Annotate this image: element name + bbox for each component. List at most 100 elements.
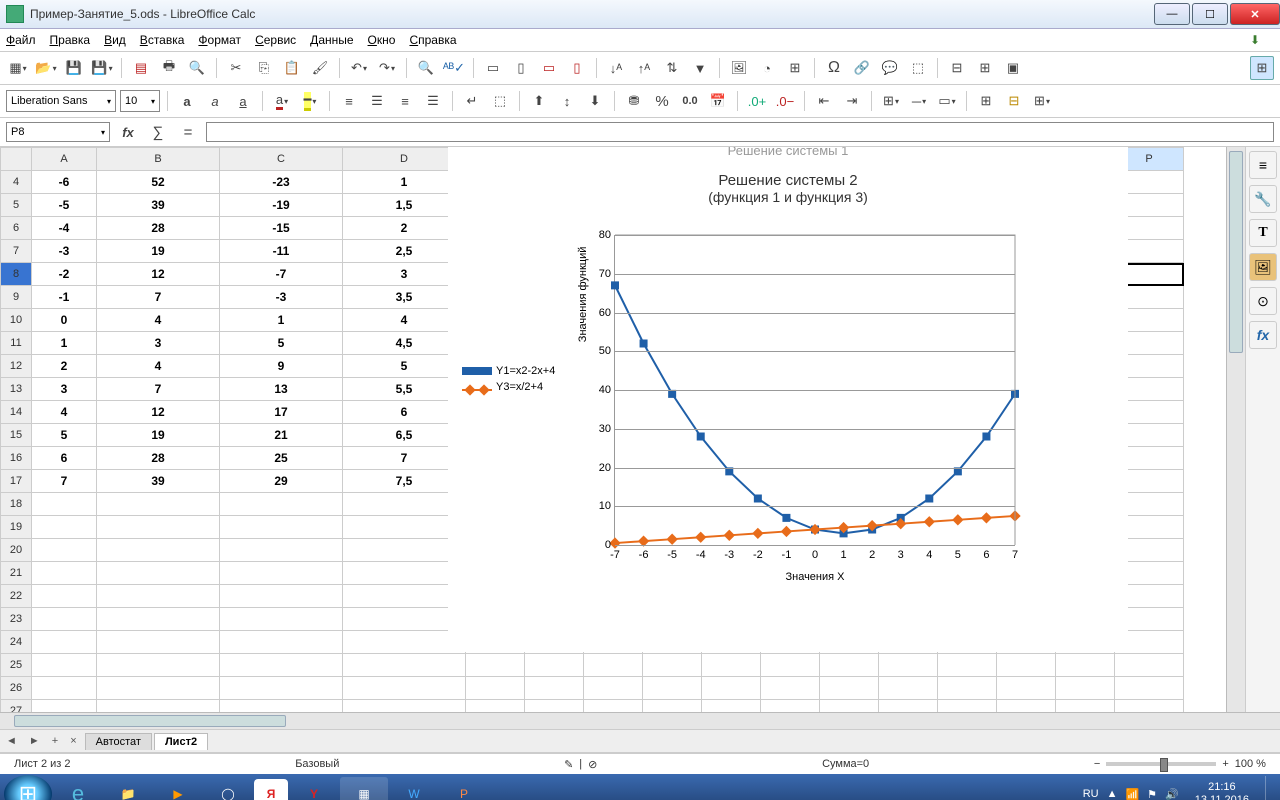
cell[interactable] <box>97 585 220 608</box>
row-header[interactable]: 6 <box>1 217 32 240</box>
cell[interactable] <box>466 654 525 677</box>
paste-button[interactable]: 📋 <box>280 56 304 80</box>
cell[interactable] <box>997 654 1056 677</box>
menu-данные[interactable]: Данные <box>310 33 353 47</box>
font-color-button[interactable]: a▾ <box>270 89 294 113</box>
bold-button[interactable]: a <box>175 89 199 113</box>
cell[interactable] <box>525 700 584 713</box>
column-header[interactable]: B <box>97 148 220 171</box>
cell[interactable] <box>1056 677 1115 700</box>
italic-button[interactable]: a <box>203 89 227 113</box>
row-header[interactable]: 11 <box>1 332 32 355</box>
cell[interactable] <box>220 631 343 654</box>
cell[interactable] <box>97 700 220 713</box>
merge-button[interactable]: ⬚ <box>488 89 512 113</box>
cell[interactable]: 12 <box>97 263 220 286</box>
date-button[interactable]: 📅 <box>706 89 730 113</box>
cell[interactable] <box>220 539 343 562</box>
cell[interactable]: -1 <box>32 286 97 309</box>
cell[interactable]: -2 <box>32 263 97 286</box>
taskbar-ppt-icon[interactable]: P <box>440 777 488 800</box>
cell[interactable] <box>761 677 820 700</box>
save-button[interactable]: 💾 <box>62 56 86 80</box>
zoom-out-button[interactable]: − <box>1094 758 1100 770</box>
cell[interactable] <box>997 677 1056 700</box>
cell[interactable]: 1 <box>32 332 97 355</box>
tray-clock[interactable]: 21:16 13.11.2016 <box>1187 781 1257 800</box>
delrow-button[interactable]: ▭ <box>537 56 561 80</box>
filter-button[interactable]: ▼ <box>688 56 712 80</box>
underline-button[interactable]: a <box>231 89 255 113</box>
taskbar-word-icon[interactable]: W <box>390 777 438 800</box>
cell[interactable] <box>938 700 997 713</box>
tab-add[interactable]: + <box>46 735 64 747</box>
cell[interactable] <box>1115 700 1184 713</box>
navigator-icon[interactable]: ⊙ <box>1249 287 1277 315</box>
cell[interactable]: 5 <box>220 332 343 355</box>
cell[interactable]: 3 <box>97 332 220 355</box>
hyperlink-button[interactable]: 🔗 <box>850 56 874 80</box>
cell[interactable]: 21 <box>220 424 343 447</box>
cell[interactable]: -7 <box>220 263 343 286</box>
find-button[interactable]: 🔍 <box>414 56 438 80</box>
redo-button[interactable]: ↷▾ <box>375 56 399 80</box>
row-header[interactable]: 27 <box>1 700 32 713</box>
taskbar-chrome-icon[interactable]: ◯ <box>204 777 252 800</box>
tray-action-icon[interactable]: ⚑ <box>1147 788 1157 800</box>
cell[interactable] <box>97 608 220 631</box>
functions-icon[interactable]: fx <box>1249 321 1277 349</box>
cell[interactable]: 4 <box>97 355 220 378</box>
cell[interactable] <box>702 654 761 677</box>
spreadsheet-grid[interactable]: ABCDEFGHIJKLMNOP4-652-2315-539-191,56-42… <box>0 147 1226 712</box>
cell[interactable]: -23 <box>220 171 343 194</box>
grid-view-button[interactable]: ⊞ <box>1250 56 1274 80</box>
minimize-button[interactable]: — <box>1154 3 1190 25</box>
cell[interactable]: 4 <box>32 401 97 424</box>
sum-button[interactable]: ∑ <box>146 120 170 144</box>
valign-bot-button[interactable]: ⬇ <box>583 89 607 113</box>
cell[interactable] <box>220 608 343 631</box>
cell[interactable] <box>584 654 643 677</box>
cell[interactable]: -11 <box>220 240 343 263</box>
cell[interactable] <box>220 585 343 608</box>
highlight-button[interactable]: ━▾ <box>298 89 322 113</box>
row-header[interactable]: 15 <box>1 424 32 447</box>
menu-справка[interactable]: Справка <box>409 33 456 47</box>
row-button[interactable]: ▭ <box>481 56 505 80</box>
currency-button[interactable]: ⛃ <box>622 89 646 113</box>
cell[interactable] <box>220 493 343 516</box>
cell[interactable] <box>220 700 343 713</box>
spellcheck-button[interactable]: ᴬᴮ✓ <box>442 56 466 80</box>
menu-файл[interactable]: Файл <box>6 33 36 47</box>
row-header[interactable]: 14 <box>1 401 32 424</box>
new-button[interactable]: ▦▾ <box>6 56 30 80</box>
inc-indent-button[interactable]: ⇥ <box>840 89 864 113</box>
cell[interactable] <box>702 700 761 713</box>
tab-nav-first[interactable]: ◄ <box>0 735 23 747</box>
font-name-combo[interactable]: Liberation Sans▾ <box>6 90 116 112</box>
headers-button[interactable]: ⬚ <box>906 56 930 80</box>
cell[interactable] <box>97 539 220 562</box>
cell[interactable]: -15 <box>220 217 343 240</box>
row-header[interactable]: 18 <box>1 493 32 516</box>
cell[interactable] <box>220 516 343 539</box>
taskbar-yandex-icon[interactable]: Я <box>254 779 288 800</box>
cell[interactable] <box>761 700 820 713</box>
cell[interactable] <box>525 654 584 677</box>
cell[interactable] <box>879 677 938 700</box>
valign-top-button[interactable]: ⬆ <box>527 89 551 113</box>
cell[interactable] <box>1056 654 1115 677</box>
column-header[interactable]: C <box>220 148 343 171</box>
row-header[interactable]: 9 <box>1 286 32 309</box>
special-char-button[interactable]: Ω <box>822 56 846 80</box>
formula-input[interactable] <box>206 122 1274 142</box>
pdf-button[interactable]: ▤ <box>129 56 153 80</box>
cell[interactable]: 6 <box>32 447 97 470</box>
number-button[interactable]: 0.0 <box>678 89 702 113</box>
sort-asc-button[interactable]: ↓ᴬ <box>604 56 628 80</box>
cell[interactable] <box>584 677 643 700</box>
row-header[interactable]: 25 <box>1 654 32 677</box>
themes-button[interactable]: ⊞▾ <box>1030 89 1054 113</box>
equals-button[interactable]: = <box>176 120 200 144</box>
close-button[interactable]: ✕ <box>1230 3 1280 25</box>
